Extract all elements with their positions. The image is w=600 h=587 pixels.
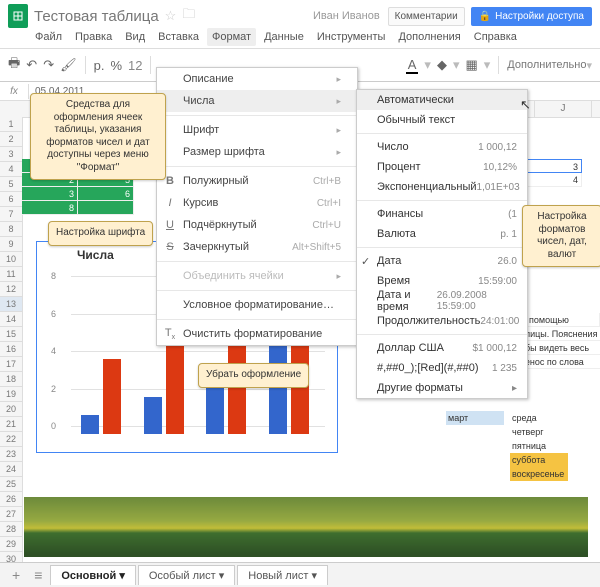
- percent-icon[interactable]: %: [110, 58, 122, 73]
- menu-clear-formatting[interactable]: TxОчистить форматирование: [157, 323, 357, 345]
- share-button[interactable]: 🔒Настройки доступа: [471, 7, 592, 26]
- numbers-submenu: Автоматически Обычный текст Число1 000,1…: [356, 89, 528, 399]
- row-headers[interactable]: 1234567891011121314151617181920212223242…: [0, 117, 23, 587]
- cell[interactable]: 6: [78, 187, 134, 201]
- cell[interactable]: суббота: [510, 453, 568, 467]
- cell[interactable]: март: [446, 411, 504, 425]
- menu-data[interactable]: Данные: [259, 28, 309, 46]
- tab-new[interactable]: Новый лист ▾: [237, 565, 328, 585]
- fx-label: fx: [0, 84, 29, 99]
- menu-help[interactable]: Справка: [469, 28, 522, 46]
- cell[interactable]: [78, 201, 134, 215]
- cell-text: с помощью: [522, 313, 600, 327]
- currency-icon[interactable]: р.: [94, 58, 105, 73]
- document-title[interactable]: Тестовая таблица: [34, 8, 159, 25]
- nm-scientific[interactable]: Экспоненциальный1,01E+03: [357, 177, 527, 197]
- cell[interactable]: пятница: [510, 439, 568, 453]
- callout-format-means: Средства для оформления ячеек таблицы, у…: [30, 93, 166, 180]
- menu-format[interactable]: Формат: [207, 28, 256, 46]
- menu-italic[interactable]: IКурсивCtrl+I: [157, 192, 357, 214]
- menu-file[interactable]: Файл: [30, 28, 67, 46]
- undo-icon[interactable]: ↶: [26, 57, 37, 73]
- strike-icon: S: [163, 241, 177, 253]
- callout-numbers: Настройка форматов чисел, дат, валют: [522, 205, 600, 267]
- select-all-corner[interactable]: [0, 101, 23, 118]
- tab-main[interactable]: Основной ▾: [50, 565, 136, 585]
- user-name[interactable]: Иван Иванов: [313, 10, 380, 22]
- italic-icon: I: [163, 197, 177, 209]
- fill-icon[interactable]: ◆: [437, 57, 447, 73]
- cell[interactable]: четверг: [510, 425, 568, 439]
- underline-icon: U: [163, 219, 177, 231]
- callout-font: Настройка шрифта: [48, 221, 153, 246]
- title-bar: Тестовая таблица ☆ 🗀 Иван Иванов Коммент…: [0, 0, 600, 28]
- all-sheets-icon[interactable]: ≡: [28, 567, 48, 583]
- redo-icon[interactable]: ↷: [43, 57, 54, 73]
- textcolor-icon[interactable]: A: [406, 57, 419, 74]
- sheets-logo: [8, 4, 28, 28]
- nm-percent[interactable]: Процент10,12%: [357, 157, 527, 177]
- tab-special[interactable]: Особый лист ▾: [138, 565, 235, 585]
- menu-font[interactable]: Шрифт▸: [157, 119, 357, 141]
- menu-conditional[interactable]: Условное форматирование…: [157, 294, 357, 316]
- format-dropdown: Описание▸ Числа▸ Шрифт▸ Размер шрифта▸ B…: [156, 67, 358, 346]
- menu-strike[interactable]: SЗачеркнутыйAlt+Shift+5: [157, 236, 357, 258]
- cell[interactable]: 4: [526, 173, 582, 187]
- menu-bold[interactable]: BПолужирныйCtrl+B: [157, 170, 357, 192]
- add-sheet-icon[interactable]: +: [6, 567, 26, 583]
- spreadsheet-grid: ABCDEFGHIJ 12345678910111213141516171819…: [0, 101, 600, 587]
- cell[interactable]: 8: [22, 201, 78, 215]
- nm-usd[interactable]: Доллар США$1 000,12: [357, 338, 527, 358]
- nm-auto[interactable]: Автоматически: [357, 90, 527, 110]
- menu-numbers[interactable]: Числа▸: [157, 90, 357, 112]
- menubar: Файл Правка Вид Вставка Формат Данные Ин…: [0, 28, 600, 48]
- check-icon: ✓: [361, 255, 370, 268]
- menu-insert[interactable]: Вставка: [153, 28, 204, 46]
- cursor-icon: ↖: [520, 97, 531, 113]
- menu-underline[interactable]: UПодчёркнутыйCtrl+U: [157, 214, 357, 236]
- clear-icon: Tx: [163, 327, 177, 341]
- menu-view[interactable]: Вид: [120, 28, 150, 46]
- nm-finance[interactable]: Финансы(1: [357, 204, 527, 224]
- nm-number[interactable]: Число1 000,12: [357, 137, 527, 157]
- nm-plain[interactable]: Обычный текст: [357, 110, 527, 130]
- comments-button[interactable]: Комментарии: [388, 7, 465, 26]
- star-icon[interactable]: ☆: [165, 8, 177, 24]
- nm-duration[interactable]: Продолжительность24:01:00: [357, 311, 527, 331]
- menu-fontsize[interactable]: Размер шрифта▸: [157, 141, 357, 163]
- nm-other[interactable]: Другие форматы▸: [357, 378, 527, 398]
- print-icon[interactable]: 🖶: [8, 54, 20, 76]
- cell[interactable]: 3: [526, 159, 582, 173]
- menu-tools[interactable]: Инструменты: [312, 28, 391, 46]
- borders-icon[interactable]: ▦: [465, 57, 477, 73]
- nm-currency[interactable]: Валютар. 1: [357, 224, 527, 244]
- menu-edit[interactable]: Правка: [70, 28, 117, 46]
- folder-icon[interactable]: 🗀: [182, 5, 195, 27]
- paint-icon[interactable]: 🖌: [60, 57, 77, 73]
- cell[interactable]: воскресенье: [510, 467, 568, 481]
- nm-time[interactable]: Время15:59:00: [357, 271, 527, 291]
- lock-icon: 🔒: [479, 11, 491, 22]
- cell[interactable]: 3: [22, 187, 78, 201]
- nm-date[interactable]: ✓Дата26.0: [357, 251, 527, 271]
- embedded-image[interactable]: [24, 497, 588, 557]
- nm-datetime[interactable]: Дата и время26.09.2008 15:59:00: [357, 291, 527, 311]
- nm-custom[interactable]: #,##0_);[Red](#,##0)1 235: [357, 358, 527, 378]
- menu-description[interactable]: Описание▸: [157, 68, 357, 90]
- toolbar-more[interactable]: Дополнительно: [507, 59, 586, 71]
- menu-addons[interactable]: Дополнения: [393, 28, 465, 46]
- menu-merge: Объединить ячейки▸: [157, 265, 357, 287]
- cell[interactable]: среда: [510, 411, 568, 425]
- sheet-tabs: + ≡ Основной ▾ Особый лист ▾ Новый лист …: [0, 562, 600, 587]
- callout-clear: Убрать оформление: [198, 363, 309, 388]
